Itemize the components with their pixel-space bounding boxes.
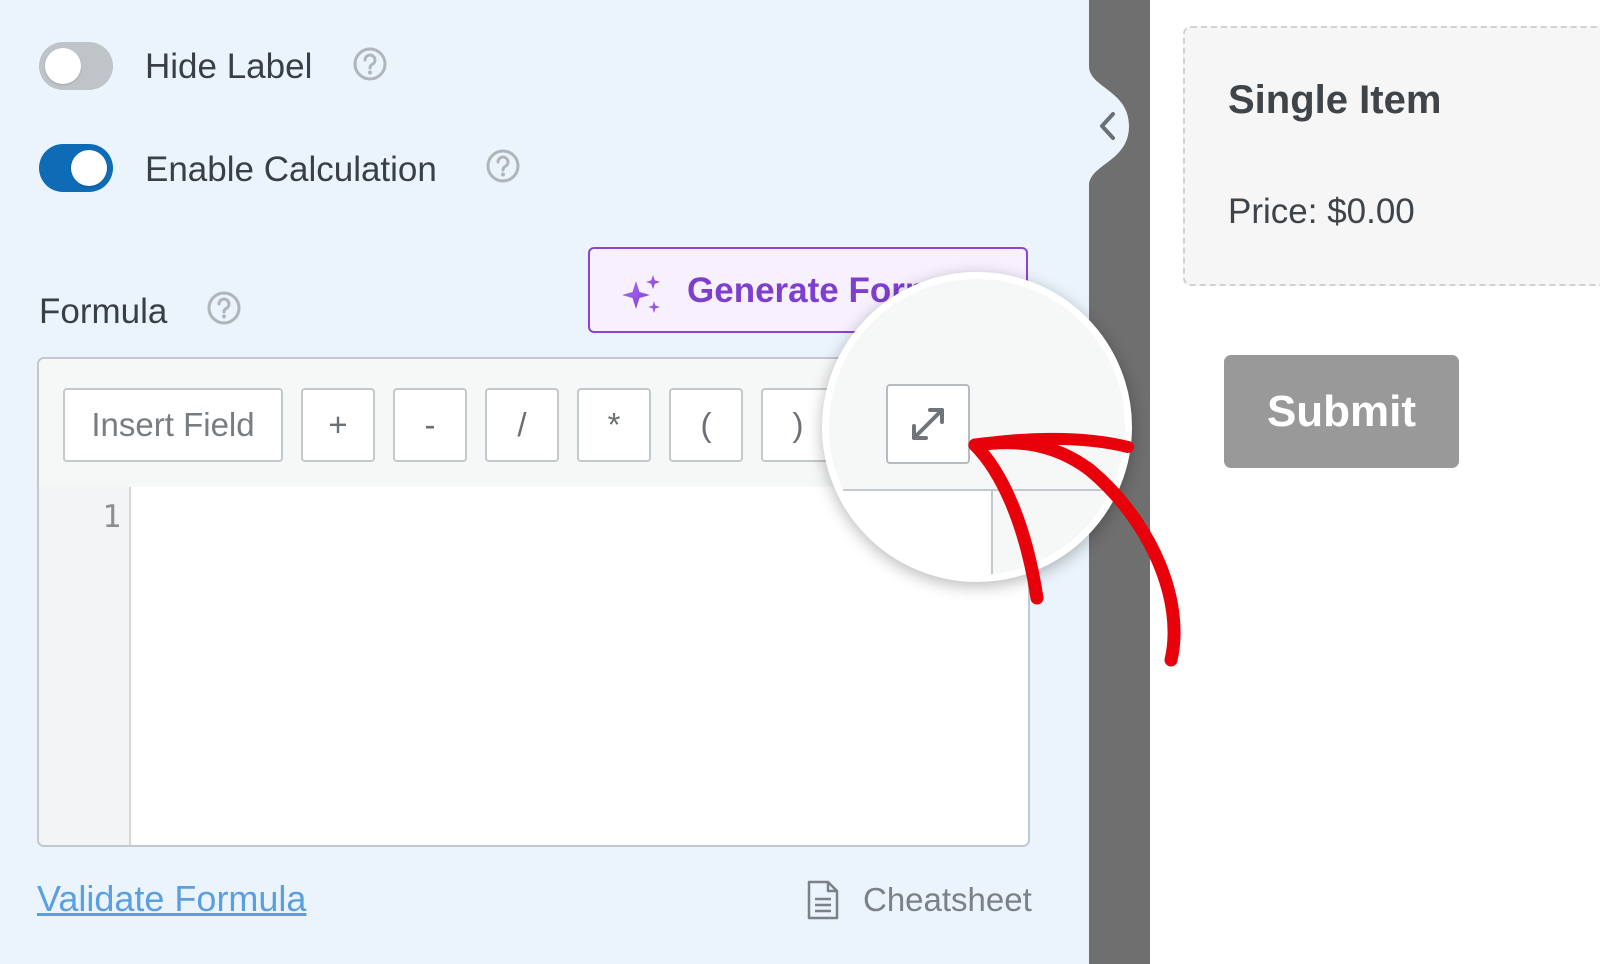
hide-label-text: Hide Label [145, 47, 313, 86]
insert-field-button[interactable]: Insert Field [63, 388, 283, 462]
line-gutter [39, 487, 131, 845]
operator-divide-button[interactable]: / [485, 388, 559, 462]
toggle-knob [45, 48, 81, 84]
expand-editor-button[interactable] [886, 384, 970, 464]
enable-calculation-text: Enable Calculation [145, 150, 437, 189]
operator-minus-button[interactable]: - [393, 388, 467, 462]
help-icon[interactable] [353, 47, 387, 81]
help-icon[interactable] [486, 149, 520, 183]
single-item-price: Price: $0.00 [1228, 192, 1415, 231]
cheatsheet-label: Cheatsheet [863, 881, 1032, 918]
operator-multiply-button[interactable]: * [577, 388, 651, 462]
editor-border-zoomed [991, 489, 993, 575]
expand-icon [912, 408, 944, 440]
editor-area-zoomed [829, 491, 991, 575]
single-item-field[interactable] [1183, 26, 1600, 286]
operator-open-paren-button[interactable]: ( [669, 388, 743, 462]
formula-label: Formula [39, 292, 168, 331]
single-item-title: Single Item [1228, 78, 1442, 122]
submit-button[interactable]: Submit [1224, 355, 1459, 468]
toggle-knob [71, 150, 107, 186]
operator-plus-button[interactable]: + [301, 388, 375, 462]
line-number: 1 [102, 499, 121, 535]
magnifier-callout [822, 272, 1132, 582]
document-icon [807, 880, 839, 920]
validate-formula-link[interactable]: Validate Formula [37, 878, 306, 920]
help-icon[interactable] [207, 291, 241, 325]
collapse-panel-tab[interactable] [1089, 66, 1131, 186]
enable-calculation-toggle[interactable] [39, 144, 113, 192]
hide-label-toggle[interactable] [39, 42, 113, 90]
sparkles-icon [622, 275, 660, 313]
